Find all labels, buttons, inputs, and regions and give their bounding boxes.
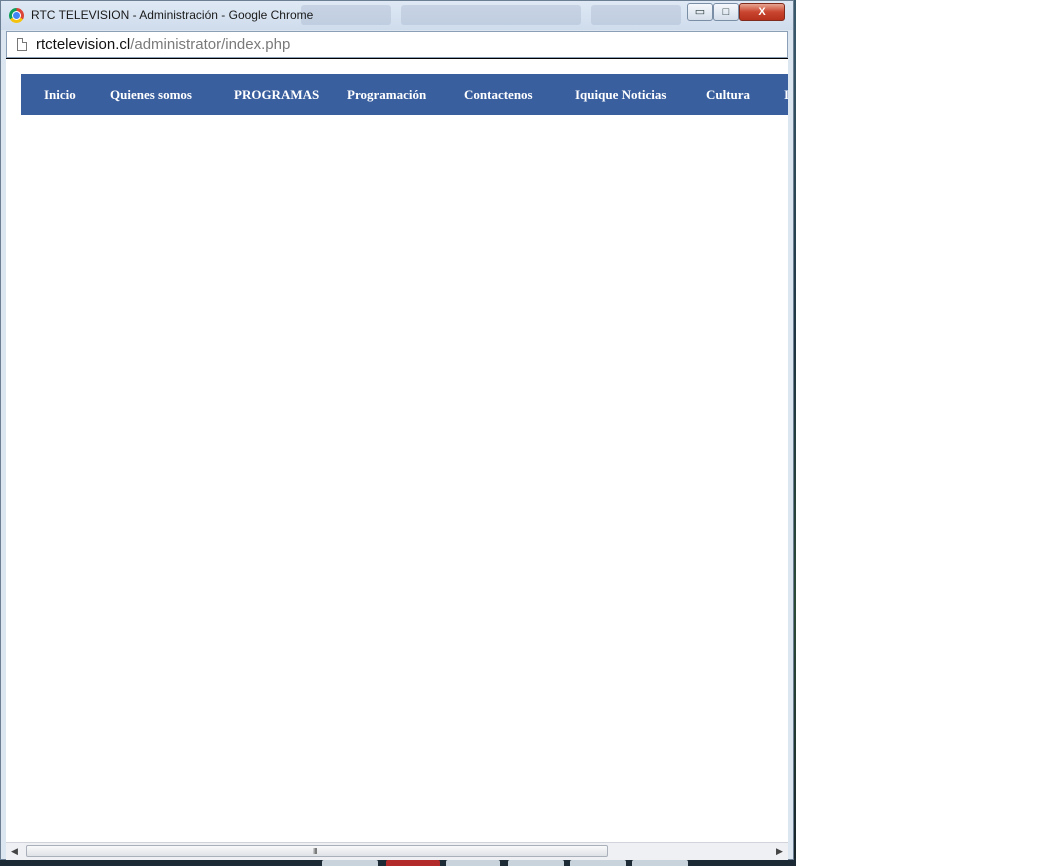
horizontal-scrollbar[interactable]: ◀ III ▶ [6, 842, 788, 860]
background-tab-ghost [301, 5, 391, 25]
chrome-icon [9, 8, 24, 23]
site-navbar: Inicio Quienes somos PROGRAMAS Programac… [21, 74, 788, 115]
url-host: rtctelevision.cl [36, 36, 131, 53]
nav-item-iquique-noticias[interactable]: Iquique Noticias [575, 74, 666, 115]
taskbar-button[interactable] [386, 860, 440, 866]
scrollbar-thumb[interactable]: III [26, 845, 608, 857]
taskbar-button[interactable] [446, 860, 500, 866]
nav-item-quienes-somos[interactable]: Quienes somos [110, 74, 192, 115]
minimize-button[interactable]: ▭ [687, 3, 713, 21]
nav-item-cultura[interactable]: Cultura [706, 74, 750, 115]
page-icon [17, 38, 27, 51]
address-bar[interactable]: rtctelevision.cl/administrator/index.php [6, 31, 788, 58]
nav-item-contactenos[interactable]: Contactenos [464, 74, 533, 115]
browser-popup-window: RTC TELEVISION - Administración - Google… [0, 0, 794, 860]
maximize-button[interactable]: □ [713, 3, 739, 21]
nav-item-programacion[interactable]: Programación [347, 74, 426, 115]
nav-item-programas[interactable]: PROGRAMAS [234, 74, 319, 115]
scrollbar-grip-icon: III [313, 847, 318, 856]
taskbar-button[interactable] [322, 860, 378, 866]
url-text[interactable]: rtctelevision.cl/administrator/index.php [36, 36, 290, 53]
background-tab-ghost [591, 5, 681, 25]
background-tab-ghost [401, 5, 581, 25]
close-button[interactable]: X [739, 3, 785, 21]
scroll-left-arrow-icon[interactable]: ◀ [6, 843, 23, 860]
taskbar-button[interactable] [508, 860, 564, 866]
taskbar-button[interactable] [632, 860, 688, 866]
window-title: RTC TELEVISION - Administración - Google… [31, 8, 314, 22]
nav-item-truncated[interactable]: I [784, 74, 788, 115]
page-viewport: Inicio Quienes somos PROGRAMAS Programac… [6, 58, 788, 843]
taskbar-button[interactable] [570, 860, 626, 866]
title-bar[interactable]: RTC TELEVISION - Administración - Google… [1, 1, 793, 30]
nav-item-inicio[interactable]: Inicio [44, 74, 76, 115]
url-path: /administrator/index.php [130, 36, 291, 53]
scroll-right-arrow-icon[interactable]: ▶ [771, 843, 788, 860]
